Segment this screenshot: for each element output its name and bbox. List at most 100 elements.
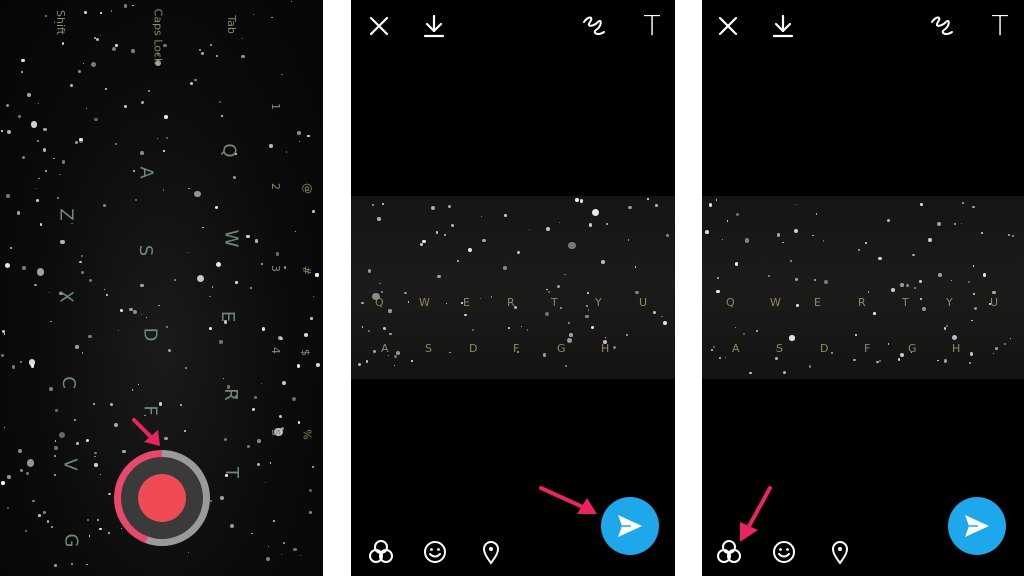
snowflake bbox=[18, 114, 21, 118]
download-icon[interactable] bbox=[420, 12, 448, 40]
snowflake bbox=[710, 348, 713, 351]
text-tool-button[interactable]: T bbox=[985, 9, 1015, 42]
snowflake bbox=[449, 351, 451, 353]
snowflake bbox=[290, 0, 292, 2]
snowflake bbox=[34, 283, 37, 287]
record-button[interactable] bbox=[114, 450, 210, 546]
key-5: 5 bbox=[269, 429, 282, 436]
key-g: G bbox=[557, 342, 566, 355]
snowflake bbox=[48, 291, 51, 293]
record-core-icon bbox=[138, 474, 186, 522]
captured-snap-image bbox=[702, 196, 1024, 379]
snowflake bbox=[208, 327, 212, 331]
key-r: R bbox=[858, 296, 866, 309]
snowflake bbox=[749, 371, 752, 375]
download-icon[interactable] bbox=[769, 12, 797, 40]
key-caps-lock: Caps Lock bbox=[151, 8, 165, 65]
key-r: R bbox=[219, 388, 241, 401]
snowflake bbox=[368, 330, 370, 332]
key-f: F bbox=[864, 342, 871, 355]
location-pin-icon[interactable] bbox=[477, 538, 505, 566]
snowflake bbox=[310, 317, 313, 320]
snowflake bbox=[937, 359, 939, 362]
snowflake bbox=[89, 279, 92, 282]
key-r: R bbox=[507, 296, 515, 309]
snowflake bbox=[542, 352, 547, 357]
snowflake bbox=[899, 283, 904, 288]
snowflake bbox=[219, 340, 223, 344]
snowflake bbox=[16, 211, 21, 215]
text-tool-label: T bbox=[643, 8, 661, 42]
snowflake bbox=[4, 262, 11, 268]
snowflake bbox=[296, 130, 301, 135]
key-g: G bbox=[908, 342, 917, 355]
key-hash: # bbox=[300, 265, 314, 276]
key-t: T bbox=[902, 296, 909, 309]
snowflake bbox=[960, 222, 962, 224]
snowflake bbox=[393, 364, 395, 367]
text-tool-button[interactable]: T bbox=[637, 8, 667, 42]
snowflake bbox=[83, 10, 87, 15]
snowflake bbox=[943, 327, 946, 330]
send-button[interactable] bbox=[948, 497, 1006, 555]
key-q: Q bbox=[218, 143, 240, 158]
send-button[interactable] bbox=[601, 497, 659, 555]
snowflake bbox=[756, 329, 759, 332]
snowflake bbox=[59, 173, 61, 176]
snowflake bbox=[209, 499, 212, 502]
snowflake bbox=[887, 218, 891, 222]
snowflake bbox=[271, 16, 273, 18]
snowflake bbox=[132, 309, 137, 314]
snowflake bbox=[315, 273, 319, 277]
snowflake bbox=[88, 334, 92, 339]
snowflake bbox=[81, 351, 84, 354]
snowflake bbox=[969, 351, 974, 356]
snowflake bbox=[920, 297, 922, 300]
pen-scribble-icon[interactable] bbox=[928, 12, 956, 40]
key-percent: % bbox=[300, 429, 314, 440]
snowflake bbox=[69, 83, 73, 88]
snowflake bbox=[139, 283, 144, 288]
snowflake bbox=[560, 307, 562, 309]
snowflake bbox=[27, 93, 31, 97]
key-tab: Tab bbox=[224, 15, 238, 34]
snowflake bbox=[992, 290, 996, 295]
snowflake bbox=[54, 440, 56, 442]
key-s: S bbox=[135, 244, 157, 257]
snowflake bbox=[261, 327, 266, 331]
key-w: W bbox=[220, 229, 242, 248]
smiley-icon[interactable] bbox=[421, 538, 449, 566]
key-w: W bbox=[770, 296, 781, 309]
location-pin-icon[interactable] bbox=[826, 538, 854, 566]
snowflake bbox=[201, 52, 204, 56]
key-h: H bbox=[952, 342, 961, 355]
snowflake bbox=[982, 273, 986, 277]
key-4: 4 bbox=[269, 347, 282, 354]
snowflake bbox=[53, 157, 55, 160]
snowflake bbox=[663, 320, 667, 325]
snowflake bbox=[721, 238, 723, 240]
key-x: X bbox=[55, 290, 77, 303]
snowflake bbox=[951, 334, 957, 340]
snowflake bbox=[43, 148, 47, 152]
snowflake bbox=[209, 43, 212, 46]
snowflake bbox=[281, 380, 286, 385]
snowflake bbox=[215, 205, 219, 209]
close-icon[interactable] bbox=[714, 12, 742, 40]
key-a: A bbox=[135, 166, 157, 179]
key-e: E bbox=[814, 296, 821, 309]
snowflake bbox=[605, 336, 607, 338]
snowflake bbox=[520, 325, 522, 327]
snowflake bbox=[91, 61, 97, 67]
pen-scribble-icon[interactable] bbox=[580, 12, 608, 40]
snowflake bbox=[808, 365, 812, 368]
snowflake bbox=[20, 469, 23, 472]
snowflake bbox=[579, 198, 584, 203]
snowflake bbox=[140, 151, 144, 155]
key-shift: Shift bbox=[54, 9, 68, 36]
filters-icon[interactable] bbox=[367, 538, 395, 566]
snowflake bbox=[517, 250, 520, 254]
annotation-arrow-record bbox=[132, 418, 160, 446]
close-icon[interactable] bbox=[365, 12, 393, 40]
snowflake bbox=[715, 199, 718, 201]
